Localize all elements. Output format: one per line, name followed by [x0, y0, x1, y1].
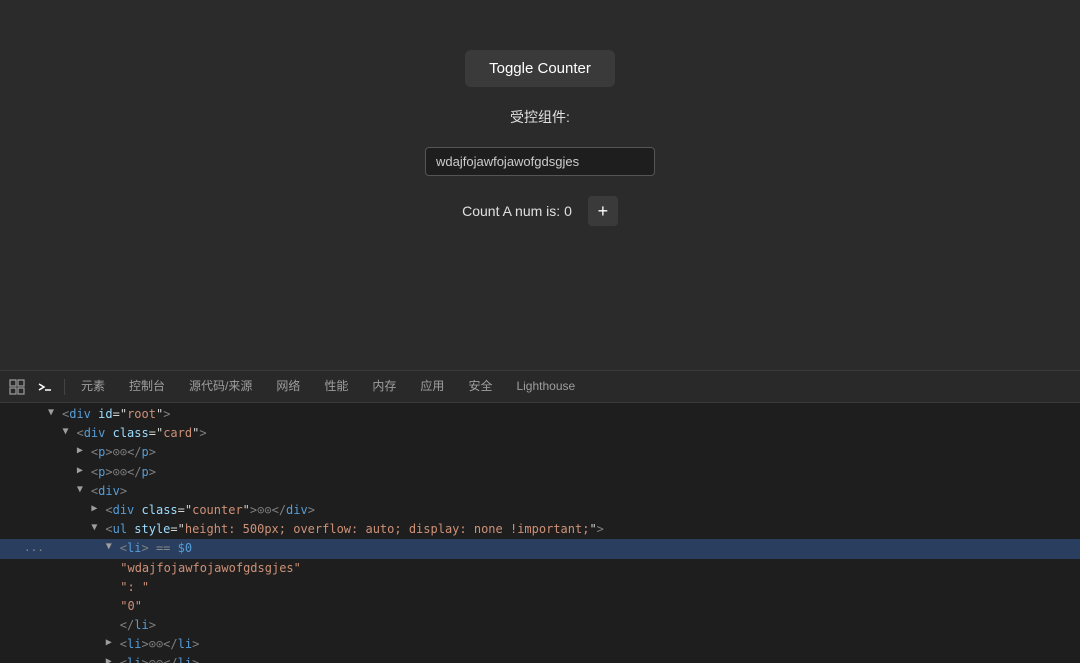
expand-div[interactable]: ▼: [77, 482, 89, 498]
code-line-card: ▼ <div class="card" >: [0, 424, 1080, 443]
expand-li[interactable]: ▼: [106, 539, 118, 555]
toggle-counter-button[interactable]: Toggle Counter: [465, 50, 615, 87]
tab-memory[interactable]: 内存: [360, 371, 408, 402]
code-line-string-value: "wdajfojawfojawofgdsgjes": [0, 559, 1080, 578]
devtools-panel: 元素 控制台 源代码/来源 网络 性能 内存 应用 安全 Lighthouse …: [0, 370, 1080, 663]
code-line-zero: "0": [0, 597, 1080, 616]
code-line-ul: ▼ <ul style="height: 500px; overflow: au…: [0, 520, 1080, 539]
code-line-li2: ▶ <li> ⊙⊙ </li>: [0, 635, 1080, 654]
tab-console[interactable]: 控制台: [117, 371, 177, 402]
tab-sources[interactable]: 源代码/来源: [177, 371, 264, 402]
count-row: Count A num is: 0 +: [462, 196, 618, 226]
code-line-counter: ▶ <div class="counter" > ⊙⊙ </div>: [0, 501, 1080, 520]
expand-p2[interactable]: ▶: [77, 463, 89, 479]
expand-counter[interactable]: ▶: [91, 501, 103, 517]
expand-card[interactable]: ▼: [62, 424, 74, 440]
inspect-icon[interactable]: [4, 374, 30, 400]
expand-p1[interactable]: ▶: [77, 443, 89, 459]
code-line-root: ▼ <div id="root" >: [0, 405, 1080, 424]
expand-root[interactable]: ▼: [48, 405, 60, 421]
plus-button[interactable]: +: [588, 196, 618, 226]
controlled-input[interactable]: [425, 147, 655, 176]
tab-divider: [64, 379, 65, 395]
tab-security[interactable]: 安全: [456, 371, 504, 402]
code-line-li-selected[interactable]: ... ▼ <li> == $0: [0, 539, 1080, 558]
code-line-p2: ▶ <p> ⊙⊙ </p>: [0, 463, 1080, 482]
code-line-div: ▼ <div>: [0, 482, 1080, 501]
expand-li3[interactable]: ▶: [106, 654, 118, 663]
code-panel[interactable]: ▼ <div id="root" > ▼ <div class="card" >…: [0, 403, 1080, 663]
tab-elements[interactable]: 元素: [69, 371, 117, 402]
preview-area: Toggle Counter 受控组件: Count A num is: 0 +: [0, 0, 1080, 370]
expand-ul[interactable]: ▼: [91, 520, 103, 536]
code-line-li3: ▶ <li> ⊙⊙ </li>: [0, 654, 1080, 663]
tab-application[interactable]: 应用: [408, 371, 456, 402]
tab-performance[interactable]: 性能: [312, 371, 360, 402]
expand-li2[interactable]: ▶: [106, 635, 118, 651]
console-icon[interactable]: [32, 374, 58, 400]
count-text: Count A num is: 0: [462, 203, 572, 219]
tab-lighthouse[interactable]: Lighthouse: [504, 371, 587, 402]
tab-network[interactable]: 网络: [264, 371, 312, 402]
code-line-p1: ▶ <p> ⊙⊙ </p>: [0, 443, 1080, 462]
controlled-label: 受控组件:: [510, 107, 570, 127]
devtools-tabs-bar: 元素 控制台 源代码/来源 网络 性能 内存 应用 安全 Lighthouse: [0, 371, 1080, 403]
code-line-colon: ": ": [0, 578, 1080, 597]
code-line-li-close: </li>: [0, 616, 1080, 635]
